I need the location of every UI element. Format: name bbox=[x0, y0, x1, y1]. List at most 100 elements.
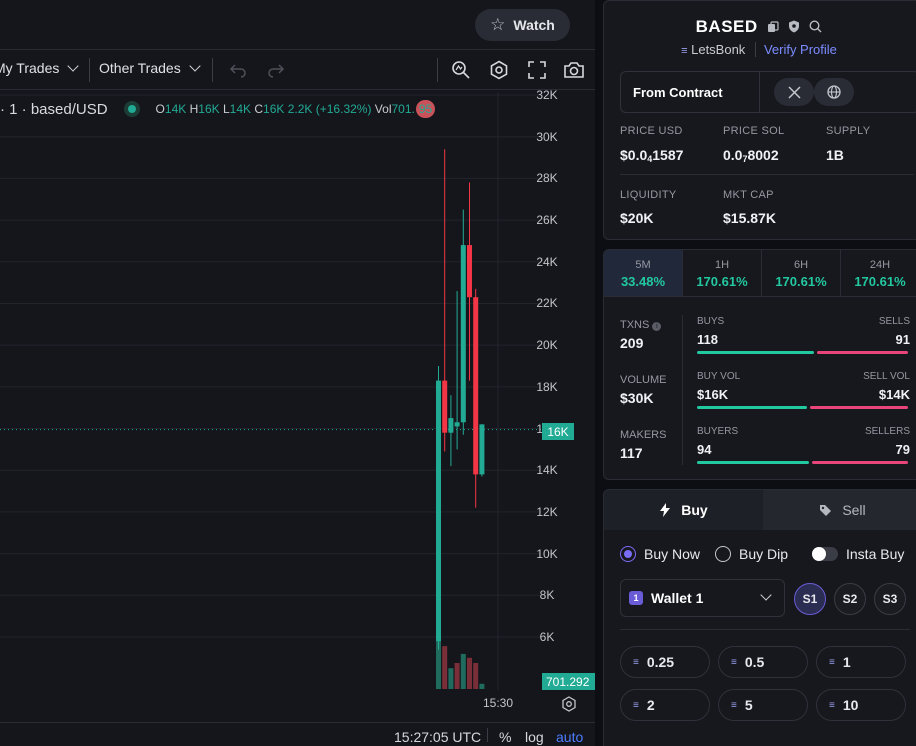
candle-body bbox=[460, 245, 466, 423]
buyvol-sellvol-bar bbox=[697, 406, 908, 409]
buy-dip-label: Buy Dip bbox=[739, 546, 789, 562]
time-axis-label: 15:30 bbox=[483, 696, 514, 710]
txns-value: 209 bbox=[620, 335, 644, 351]
buyers-value: 94 bbox=[697, 442, 712, 457]
buyvol-label: BUY VOL bbox=[697, 371, 741, 382]
candle-body bbox=[473, 297, 479, 475]
supply-label: SUPPLY bbox=[826, 125, 871, 137]
token-divider bbox=[620, 174, 914, 175]
tab-buy[interactable]: Buy bbox=[604, 490, 763, 530]
current-price-tag: 16K bbox=[542, 423, 574, 440]
y-tick-label: 32K bbox=[536, 88, 558, 102]
amount-button[interactable]: ≡ 5 bbox=[718, 689, 808, 721]
amount-button[interactable]: ≡ 2 bbox=[620, 689, 710, 721]
log-toggle[interactable]: log bbox=[525, 729, 544, 745]
radio-selected-icon bbox=[620, 546, 636, 562]
tab-1h[interactable]: 1H 170.61% bbox=[683, 250, 762, 296]
slot-s1[interactable]: S1 bbox=[794, 583, 826, 615]
slot-s2[interactable]: S2 bbox=[834, 583, 866, 615]
wallet-icon: 1 bbox=[629, 591, 643, 605]
solana-icon: ≡ bbox=[731, 656, 737, 668]
auto-toggle[interactable]: auto bbox=[556, 729, 583, 745]
copy-icon[interactable] bbox=[767, 18, 779, 38]
globe-icon[interactable] bbox=[814, 78, 854, 106]
volume-badge: 95 bbox=[415, 100, 436, 118]
y-tick-label: 10K bbox=[536, 546, 558, 561]
info-icon: i bbox=[652, 322, 662, 331]
buyers-sellers-bar bbox=[697, 461, 908, 464]
close-value: 16K bbox=[263, 102, 285, 116]
candle-body bbox=[467, 245, 472, 298]
insta-buy-label: Insta Buy bbox=[846, 546, 905, 562]
sells-label: SELLS bbox=[878, 316, 910, 327]
chart-panel: ☆ Watch My Trades Other Trades · 1 · bas… bbox=[0, 0, 595, 746]
solana-icon: ≡ bbox=[633, 656, 639, 668]
wallet-select[interactable]: 1 Wallet 1 bbox=[620, 579, 785, 617]
supply-value: 1B bbox=[826, 147, 844, 163]
candle-body bbox=[479, 424, 485, 475]
y-tick-label: 6K bbox=[539, 630, 555, 644]
y-tick-label: 28K bbox=[536, 171, 558, 186]
stats-divider bbox=[682, 315, 683, 465]
trade-panel: Buy Sell Buy Now Buy Dip Insta Buy 1 Wal… bbox=[603, 489, 916, 746]
lightning-icon bbox=[660, 503, 671, 517]
search-icon[interactable] bbox=[809, 18, 822, 38]
chevron-down-icon bbox=[760, 589, 772, 601]
token-name: BASED bbox=[695, 17, 758, 36]
verify-profile-link[interactable]: Verify Profile bbox=[754, 42, 837, 57]
buy-dip-option[interactable]: Buy Dip bbox=[715, 546, 788, 562]
candle-body bbox=[436, 380, 441, 642]
volume-bar bbox=[442, 646, 448, 689]
candle-body bbox=[442, 380, 448, 433]
trade-divider bbox=[620, 629, 910, 630]
token-name-row: BASED bbox=[604, 17, 914, 38]
chart-legend: · 1 · based/USD O14K H16K L14K C16K 2.2K… bbox=[0, 98, 436, 120]
sellers-label: SELLERS bbox=[864, 426, 910, 437]
x-twitter-icon[interactable] bbox=[774, 78, 814, 106]
percent-toggle[interactable]: % bbox=[499, 729, 511, 745]
open-value: 14K bbox=[164, 102, 187, 116]
contract-divider bbox=[759, 72, 760, 112]
tab-sell[interactable]: Sell bbox=[763, 490, 916, 530]
tab-24h[interactable]: 24H 170.61% bbox=[841, 250, 916, 296]
ohlc-values: O14K H16K L14K C16K 2.2K (+16.32%) Vol70… bbox=[156, 100, 436, 118]
liquidity-label: LIQUIDITY bbox=[620, 189, 677, 201]
amount-button[interactable]: ≡ 1 bbox=[816, 646, 906, 678]
toggle-icon bbox=[812, 547, 838, 561]
price-sol-label: PRICE SOL bbox=[723, 125, 785, 137]
buy-now-option[interactable]: Buy Now bbox=[620, 546, 700, 562]
volume-label: VOLUME bbox=[620, 374, 667, 386]
y-tick-label: 8K bbox=[539, 588, 555, 603]
tag-icon bbox=[820, 504, 832, 516]
launchpad-label[interactable]: LetsBonk bbox=[691, 42, 745, 57]
makers-label: MAKERS bbox=[620, 429, 667, 441]
amount-button[interactable]: ≡ 10 bbox=[816, 689, 906, 721]
sells-value: 91 bbox=[895, 332, 910, 347]
mktcap-value: $15.87K bbox=[723, 210, 776, 226]
buy-sell-tabs: Buy Sell bbox=[604, 490, 916, 530]
wallet-label: Wallet 1 bbox=[651, 590, 704, 606]
tab-6h[interactable]: 6H 170.61% bbox=[762, 250, 841, 296]
amount-button[interactable]: ≡ 0.25 bbox=[620, 646, 710, 678]
volume-bar bbox=[460, 653, 466, 689]
volume-tag: 701.292 bbox=[542, 673, 595, 690]
solana-icon: ≡ bbox=[829, 656, 835, 668]
token-subtitle: ≡ LetsBonk Verify Profile bbox=[604, 42, 914, 57]
y-tick-label: 14K bbox=[536, 463, 558, 478]
shield-icon[interactable] bbox=[788, 18, 800, 38]
volume-bar bbox=[479, 683, 485, 689]
solana-icon: ≡ bbox=[829, 699, 835, 711]
high-value: 16K bbox=[198, 102, 220, 116]
slot-s3[interactable]: S3 bbox=[874, 583, 906, 615]
solana-icon: ≡ bbox=[731, 699, 737, 711]
axis-settings-icon[interactable] bbox=[561, 696, 577, 712]
buyers-label: BUYERS bbox=[697, 426, 739, 437]
volume-bar bbox=[473, 663, 479, 689]
insta-buy-toggle[interactable]: Insta Buy bbox=[812, 546, 904, 562]
amount-button[interactable]: ≡ 0.5 bbox=[718, 646, 808, 678]
sellers-value: 79 bbox=[895, 442, 910, 457]
y-tick-label: 18K bbox=[536, 379, 558, 394]
txns-label: TXNS i bbox=[620, 319, 662, 331]
tab-5m[interactable]: 5M 33.48% bbox=[604, 250, 683, 296]
liquidity-value: $20K bbox=[620, 210, 654, 226]
